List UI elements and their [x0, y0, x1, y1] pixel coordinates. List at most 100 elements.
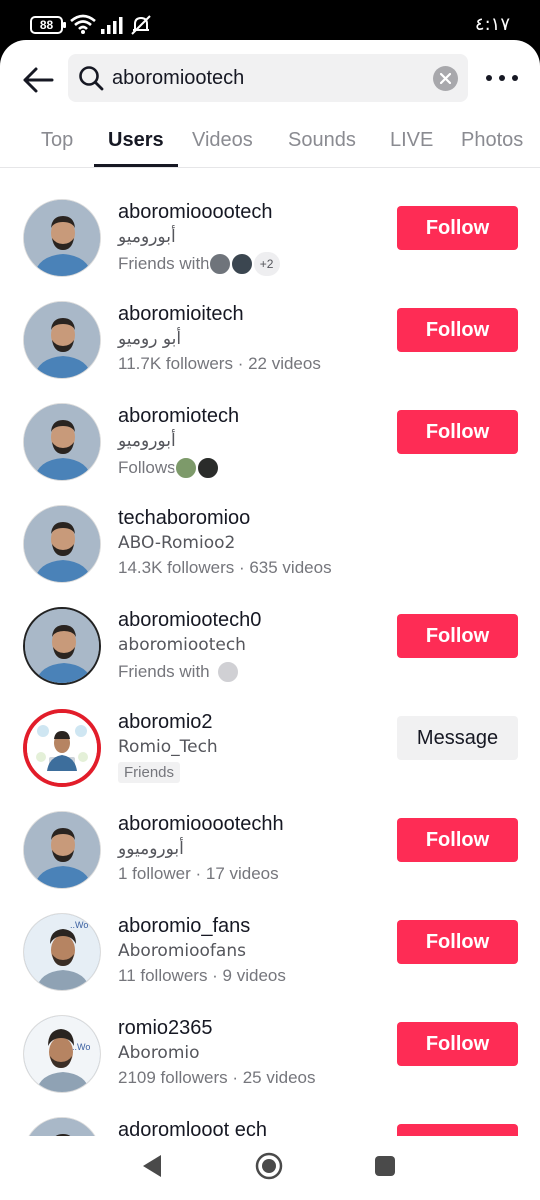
- search-tabs: Top Users Videos Sounds LIVE Photos: [0, 116, 540, 168]
- avatar[interactable]: ..Wo: [23, 1015, 101, 1093]
- nav-back-icon[interactable]: [140, 1153, 164, 1179]
- avatar[interactable]: [23, 607, 101, 685]
- tab-photos[interactable]: Photos: [461, 129, 523, 152]
- user-result-row[interactable]: ..Wo aboromio_fans Aboromioofans 11 foll…: [0, 903, 540, 1003]
- follow-button[interactable]: Follow: [397, 410, 518, 454]
- tab-sounds[interactable]: Sounds: [288, 129, 356, 152]
- back-arrow-icon: [23, 67, 54, 93]
- username: romio2365: [118, 1017, 213, 1039]
- username: aboromiotech: [118, 405, 240, 427]
- username: aboromio2: [118, 711, 213, 733]
- user-result-row[interactable]: techaboromioo ABO-Romioo2 14.3K follower…: [0, 495, 540, 595]
- active-tab-indicator: [94, 164, 178, 167]
- person-avatar-icon: ..Wo: [24, 1016, 100, 1092]
- meta-text: 1 follower · 17 videos: [118, 864, 279, 883]
- user-result-row[interactable]: aboromiooootech أبوروميو Friends with +2…: [0, 189, 540, 289]
- svg-text:..Wo: ..Wo: [70, 920, 88, 930]
- follower-avatar: [195, 456, 220, 480]
- nickname: ABO-Romioo2: [118, 533, 236, 553]
- username: aboromioitech: [118, 303, 244, 325]
- user-result-row[interactable]: aboromioitech أبو روميو 11.7K followers …: [0, 291, 540, 391]
- username: aboromio_fans: [118, 915, 251, 937]
- signal-icon: [101, 17, 123, 34]
- meta-text: Friends with: [118, 254, 210, 273]
- follow-button[interactable]: Follow: [397, 920, 518, 964]
- clear-search-button[interactable]: [433, 66, 458, 91]
- friends-badge: Friends: [118, 762, 181, 783]
- tab-users[interactable]: Users: [108, 129, 164, 152]
- clock: ٤:١٧: [474, 14, 510, 35]
- tab-live[interactable]: LIVE: [390, 129, 433, 152]
- nav-home-icon[interactable]: [255, 1152, 283, 1180]
- system-nav-bar: [0, 1136, 540, 1200]
- nickname: أبوروميو: [118, 431, 176, 451]
- user-result-row[interactable]: adoromlooot ech Follow: [0, 1107, 540, 1136]
- battery-icon: 88: [30, 16, 66, 34]
- person-avatar-icon: [25, 609, 99, 683]
- user-result-row[interactable]: aboromiotech أبوروميو Follows Follow: [0, 393, 540, 493]
- person-avatar-icon: [24, 302, 100, 378]
- username: aboromiootech0: [118, 609, 262, 631]
- avatar[interactable]: [23, 199, 101, 277]
- avatar[interactable]: ..Wo: [23, 913, 101, 991]
- follow-button[interactable]: Follow: [397, 818, 518, 862]
- person-avatar-icon: [24, 200, 100, 276]
- avatar[interactable]: [23, 1117, 101, 1136]
- tab-top[interactable]: Top: [41, 129, 73, 152]
- user-result-row[interactable]: aboromiootech0 aboromiootech Friends wit…: [0, 597, 540, 697]
- username: aboromiooootech: [118, 201, 273, 223]
- back-button[interactable]: [18, 60, 58, 100]
- search-results-screen: Top Users Videos Sounds LIVE Photos abor…: [0, 40, 540, 1136]
- clear-icon: [440, 73, 451, 84]
- result-meta: 11.7K followers · 22 videos: [118, 354, 321, 374]
- more-options-button[interactable]: [486, 64, 518, 92]
- cartoon-avatar-icon: [27, 713, 97, 783]
- svg-text:..Wo: ..Wo: [72, 1042, 90, 1052]
- nav-recents-icon[interactable]: [374, 1155, 396, 1177]
- result-meta: Friends with: [118, 660, 240, 684]
- friend-avatar: [229, 252, 254, 276]
- user-result-row[interactable]: aboromio2 Romio_Tech Friends Message: [0, 699, 540, 799]
- follow-button[interactable]: Follow: [397, 614, 518, 658]
- user-result-row[interactable]: aboromiooootechh أبوروميوو 1 follower · …: [0, 801, 540, 901]
- more-friends-count: +2: [253, 252, 280, 276]
- nickname: aboromiootech: [118, 635, 246, 655]
- follow-button[interactable]: Follow: [397, 308, 518, 352]
- nickname: أبوروميو: [118, 227, 176, 247]
- mute-icon: [131, 15, 151, 35]
- follow-button[interactable]: Follow: [397, 1124, 518, 1136]
- follow-button[interactable]: Follow: [397, 1022, 518, 1066]
- result-meta: 11 followers · 9 videos: [118, 966, 286, 986]
- status-bar: 88 ٤:١٧: [0, 0, 540, 44]
- person-avatar-icon: [24, 404, 100, 480]
- user-result-row[interactable]: ..Wo romio2365 Aboromio 2109 followers ·…: [0, 1005, 540, 1105]
- avatar[interactable]: [23, 811, 101, 889]
- person-avatar-icon: [24, 812, 100, 888]
- follow-button[interactable]: Follow: [397, 206, 518, 250]
- tab-videos[interactable]: Videos: [192, 129, 253, 152]
- username: techaboromioo: [118, 507, 251, 529]
- friend-avatar: [207, 252, 232, 276]
- result-meta: Friends: [118, 762, 181, 783]
- meta-text: Follows: [118, 458, 176, 477]
- avatar[interactable]: [23, 403, 101, 481]
- more-icon: [486, 75, 492, 81]
- nickname: Romio_Tech: [118, 737, 218, 757]
- search-box[interactable]: [68, 54, 468, 102]
- username: aboromiooootechh: [118, 813, 284, 835]
- message-button[interactable]: Message: [397, 716, 518, 760]
- avatar[interactable]: [23, 301, 101, 379]
- username: adoromlooot ech: [118, 1119, 267, 1136]
- avatar[interactable]: [23, 505, 101, 583]
- result-meta: 2109 followers · 25 videos: [118, 1068, 316, 1088]
- nickname: أبو روميو: [118, 329, 182, 349]
- more-icon: [499, 75, 505, 81]
- nickname: أبوروميوو: [118, 839, 184, 859]
- result-meta: Follows: [118, 456, 220, 480]
- default-avatar-icon: [215, 660, 240, 684]
- avatar[interactable]: [23, 709, 101, 787]
- result-meta: 14.3K followers · 635 videos: [118, 558, 332, 578]
- search-input[interactable]: [112, 54, 412, 102]
- meta-text: 11.7K followers · 22 videos: [118, 354, 321, 373]
- meta-text: Friends with: [118, 662, 210, 681]
